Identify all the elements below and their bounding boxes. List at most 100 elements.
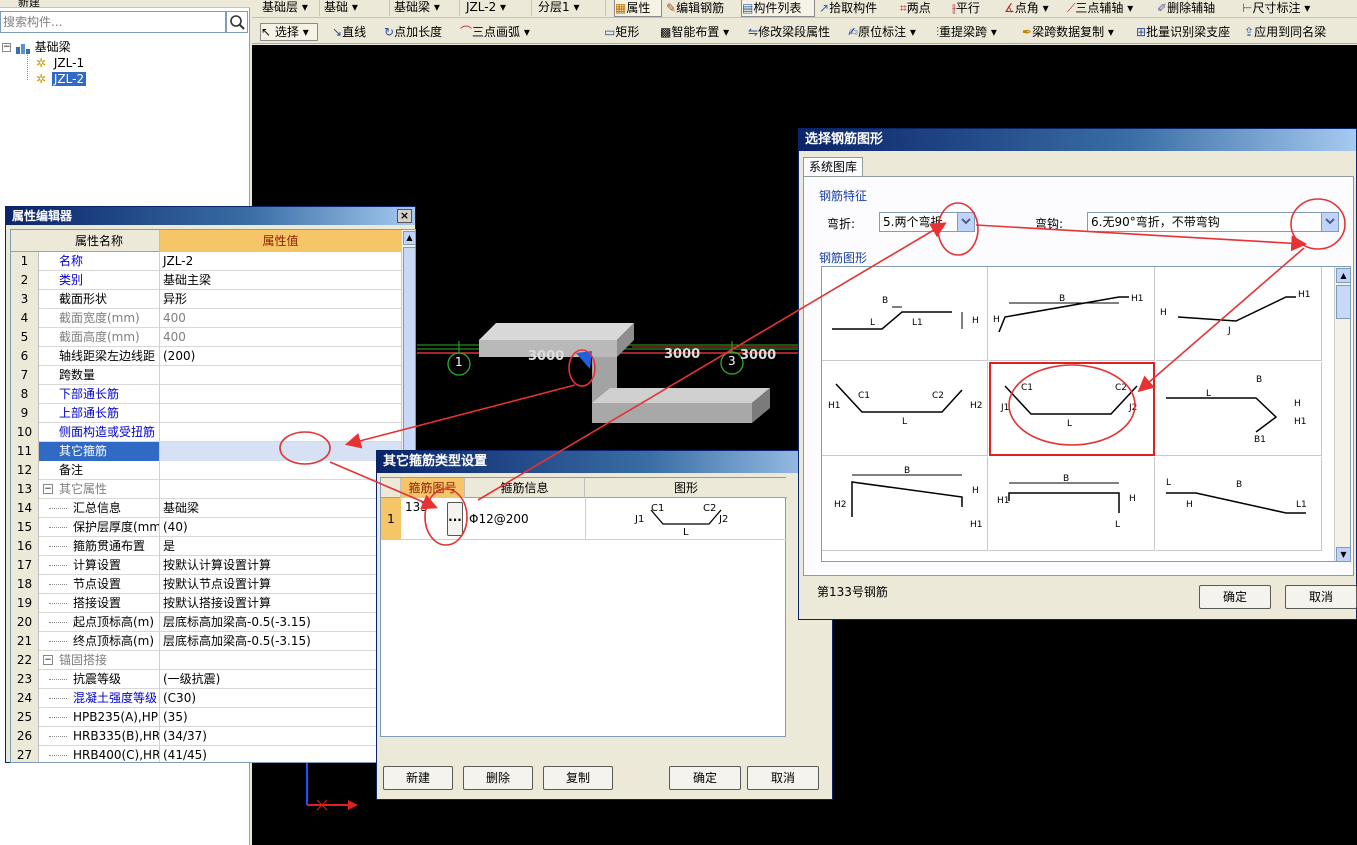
redo-span-button[interactable]: ⫶重提梁跨 ▾ <box>936 24 1020 42</box>
property-value[interactable]: 是 <box>160 537 401 556</box>
property-row[interactable]: 25HPB235(A),HPB3(35) <box>11 708 401 727</box>
chevron-down-icon[interactable] <box>957 213 974 231</box>
shape-scrollbar[interactable]: ▲ ▼ <box>1334 267 1350 561</box>
property-value[interactable]: 400 <box>160 328 401 347</box>
modify-span-button[interactable]: ⇋修改梁段属性 <box>748 24 844 42</box>
property-row[interactable]: 12 备注 <box>11 461 401 480</box>
property-row[interactable]: 22 锚固搭接 − <box>11 651 401 670</box>
rebar-shape-option-selected[interactable]: C1 C2 J1 J2 L <box>989 362 1155 456</box>
copy-span-data-button[interactable]: ✒梁跨数据复制 ▾ <box>1022 24 1132 42</box>
point-length-button[interactable]: ↻点加长度 <box>384 24 456 42</box>
property-row[interactable]: 24 混凝土强度等级 (C30) <box>11 689 401 708</box>
property-row[interactable]: 18 节点设置 按默认节点设置计算 <box>11 575 401 594</box>
property-value[interactable]: 层底标高加梁高-0.5(-3.15) <box>160 613 401 632</box>
new-button[interactable]: 新建 <box>18 0 40 7</box>
search-input[interactable]: 搜索构件... <box>0 11 226 33</box>
three-point-axis-button[interactable]: ⟋三点辅轴 ▾ <box>1067 0 1151 18</box>
rebar-shape-option[interactable]: B L L1 H <box>822 267 988 361</box>
category-select[interactable]: 基础 ▾ <box>322 0 390 16</box>
collapse-icon[interactable]: − <box>2 43 11 52</box>
property-value[interactable]: 层底标高加梁高-0.5(-3.15) <box>160 632 401 651</box>
search-icon[interactable] <box>226 11 248 33</box>
property-row[interactable]: 9 上部通长筋 <box>11 404 401 423</box>
property-value[interactable] <box>160 651 401 670</box>
property-value[interactable]: 异形 <box>160 290 401 309</box>
select-button[interactable]: ↖ 选择 ▾ <box>260 23 318 41</box>
three-point-arc-button[interactable]: ⌒三点画弧 ▾ <box>460 24 548 42</box>
rebar-shape-option[interactable]: L B H L1 <box>1156 457 1322 551</box>
rectangle-button[interactable]: ▭矩形 <box>604 24 652 42</box>
property-row[interactable]: 4 截面宽度(mm) 400 <box>11 309 401 328</box>
stirrup-row[interactable]: 1 133 ... Φ12@200 C1 C2 J1 J2 L <box>381 498 787 540</box>
property-value[interactable]: JZL-2 <box>160 252 401 271</box>
collapse-icon[interactable]: − <box>43 655 53 665</box>
property-value[interactable]: 基础梁 <box>160 499 401 518</box>
tab-system-library[interactable]: 系统图库 <box>803 157 863 177</box>
property-value[interactable] <box>160 423 401 442</box>
component-list-button[interactable]: ▤构件列表 <box>741 0 815 17</box>
property-row[interactable]: 5 截面高度(mm) 400 <box>11 328 401 347</box>
delete-axis-button[interactable]: ✐删除辅轴 <box>1157 0 1237 18</box>
rebar-shape-option[interactable]: L B H H1 B1 <box>1156 362 1322 456</box>
cancel-button[interactable]: 取消 <box>1285 585 1357 609</box>
dimension-button[interactable]: ⊢尺寸标注 ▾ <box>1242 0 1328 18</box>
property-value[interactable]: (C30) <box>160 689 401 708</box>
property-row[interactable]: 19 搭接设置 按默认搭接设置计算 <box>11 594 401 613</box>
property-value[interactable]: (34/37) <box>160 727 401 746</box>
ok-button[interactable]: 确定 <box>669 766 741 790</box>
property-row[interactable]: 20 起点顶标高(m) 层底标高加梁高-0.5(-3.15) <box>11 613 401 632</box>
rebar-shape-option[interactable]: B H1 H L <box>989 457 1155 551</box>
type-select[interactable]: 基础梁 ▾ <box>392 0 460 16</box>
apply-same-name-button[interactable]: ⇪应用到同名梁 <box>1244 24 1340 42</box>
smart-layout-button[interactable]: ▩智能布置 ▾ <box>660 24 742 42</box>
stirrup-info[interactable]: Φ12@200 <box>469 512 529 526</box>
in-place-annotation-button[interactable]: ✍原位标注 ▾ <box>848 24 930 42</box>
property-row[interactable]: 3 截面形状 异形 <box>11 290 401 309</box>
property-row[interactable]: 2 类别 基础主梁 <box>11 271 401 290</box>
ok-button[interactable]: 确定 <box>1199 585 1271 609</box>
property-row[interactable]: 23 抗震等级 (一级抗震) <box>11 670 401 689</box>
delete-button[interactable]: 删除 <box>463 766 533 790</box>
collapse-icon[interactable]: − <box>43 484 53 494</box>
layer-select[interactable]: 分层1 ▾ <box>536 0 606 16</box>
property-value[interactable] <box>160 442 401 461</box>
property-value[interactable]: (200) <box>160 347 401 366</box>
property-value[interactable]: 按默认搭接设置计算 <box>160 594 401 613</box>
property-row[interactable]: 7 跨数量 <box>11 366 401 385</box>
cancel-button[interactable]: 取消 <box>747 766 819 790</box>
parallel-axis-button[interactable]: ⫲平行 <box>952 0 1000 18</box>
close-icon[interactable]: × <box>397 209 412 223</box>
rebar-shape-option[interactable]: B H2 H H1 <box>822 457 988 551</box>
property-row[interactable]: 10 侧面构造或受扭筋 <box>11 423 401 442</box>
tree-item-jzl-2[interactable]: ✲ JZL-2 <box>36 71 87 87</box>
property-value[interactable]: (40) <box>160 518 401 537</box>
property-value[interactable]: 按默认计算设置计算 <box>160 556 401 575</box>
property-value[interactable] <box>160 366 401 385</box>
point-angle-button[interactable]: ∡点角 ▾ <box>1004 0 1060 18</box>
property-row[interactable]: 27HRB400(C),HRB4(41/45) <box>11 746 401 762</box>
property-value[interactable]: (35) <box>160 708 401 727</box>
property-value[interactable] <box>160 461 401 480</box>
element-select[interactable]: JZL-2 ▾ <box>464 0 532 16</box>
property-value[interactable]: 按默认节点设置计算 <box>160 575 401 594</box>
property-value[interactable]: 基础主梁 <box>160 271 401 290</box>
property-value[interactable]: (一级抗震) <box>160 670 401 689</box>
two-point-axis-button[interactable]: ⌗两点 <box>900 0 948 18</box>
line-button[interactable]: ↘直线 <box>332 24 380 42</box>
scroll-up-icon[interactable]: ▲ <box>403 231 415 245</box>
property-row[interactable]: 16 箍筋贯通布置是 <box>11 537 401 556</box>
scroll-up-icon[interactable]: ▲ <box>1336 268 1350 283</box>
scroll-thumb[interactable] <box>1336 285 1350 319</box>
shape-picker-button[interactable]: ... <box>447 502 463 536</box>
property-row[interactable]: 1 名称 JZL-2 <box>11 252 401 271</box>
tree-item-jzl-1[interactable]: ✲ JZL-1 <box>36 55 84 71</box>
property-value[interactable] <box>160 385 401 404</box>
property-row[interactable]: 21 终点顶标高(m) 层底标高加梁高-0.5(-3.15) <box>11 632 401 651</box>
shape-number[interactable]: 133 <box>405 500 428 514</box>
property-row[interactable]: 6 轴线距梁左边线距 (200) <box>11 347 401 366</box>
property-value[interactable] <box>160 404 401 423</box>
pick-component-button[interactable]: ↗拾取构件 <box>819 0 889 18</box>
tree-root[interactable]: − 基础梁 <box>2 39 71 55</box>
bend-select[interactable]: 5.两个弯折 <box>879 212 975 232</box>
chevron-down-icon[interactable] <box>1321 213 1338 231</box>
